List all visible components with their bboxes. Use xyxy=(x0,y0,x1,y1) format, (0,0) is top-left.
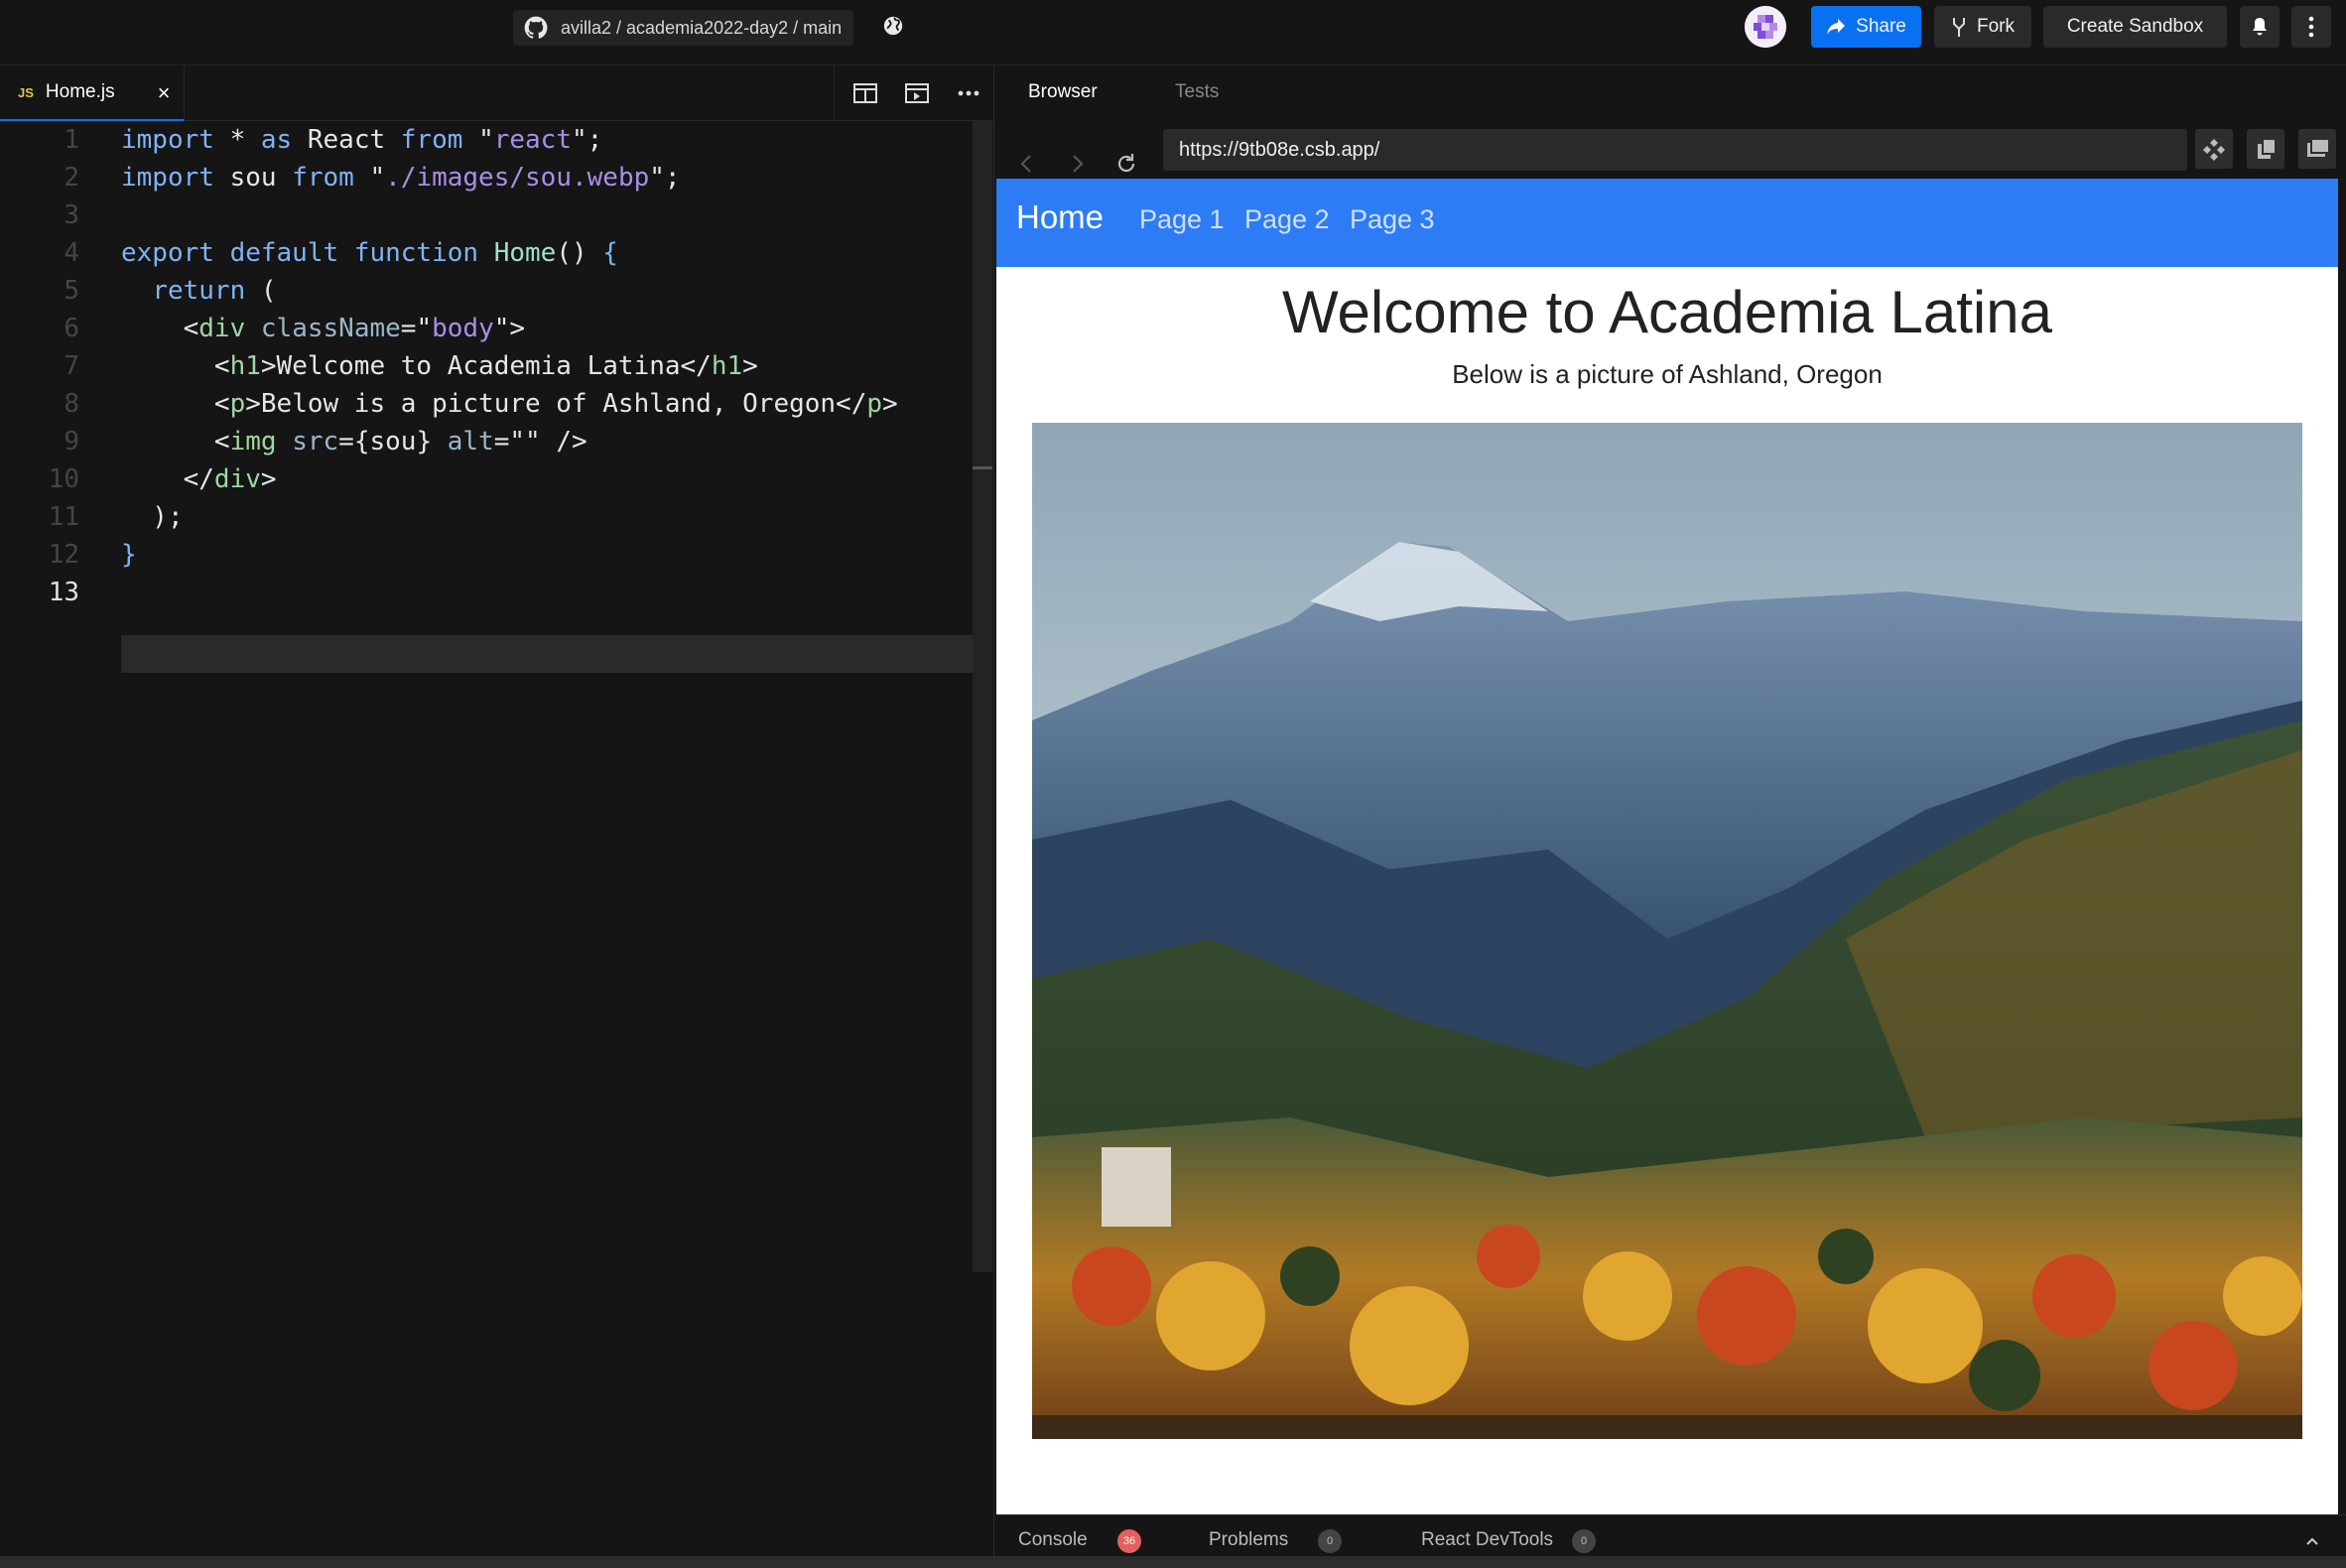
repo-breadcrumb[interactable]: avilla2 / academia2022-day2 / main xyxy=(513,10,854,46)
editor-scrollbar[interactable] xyxy=(973,121,992,1272)
nav-page-2-link[interactable]: Page 2 xyxy=(1244,204,1330,235)
ashland-landscape-image xyxy=(1032,423,2302,1439)
code-line: 2 import sou from "./images/sou.webp"; xyxy=(64,163,681,193)
code-area[interactable]: 1 import * as React from "react"; 2 import… xyxy=(0,121,992,1312)
problems-tab[interactable]: Problems xyxy=(1209,1529,1288,1551)
more-menu-button[interactable] xyxy=(2291,6,2331,48)
editor-actions xyxy=(834,65,994,121)
code-line: 10 </div> xyxy=(48,464,277,494)
status-strip xyxy=(0,1556,2346,1568)
bell-icon xyxy=(2253,18,2267,36)
code-line: 3 xyxy=(64,200,79,230)
user-avatar[interactable] xyxy=(1745,6,1786,48)
forward-arrow-icon[interactable] xyxy=(1064,151,1090,177)
copy-url-button[interactable] xyxy=(2247,129,2284,169)
refresh-icon[interactable] xyxy=(1113,151,1139,177)
tab-tests[interactable]: Tests xyxy=(1175,81,1219,103)
app-navbar: Home Page 1 Page 2 Page 3 xyxy=(996,179,2338,267)
code-editor: JS Home.js × 1 import * as React from "re… xyxy=(0,65,994,1568)
repo-path-text: avilla2 / academia2022-day2 / main xyxy=(561,17,843,38)
preview-panel: Browser Tests https://9tb08e.csb.app/ Ho… xyxy=(996,65,2346,1568)
code-line: 8 <p>Below is a picture of Ashland, Oreg… xyxy=(64,389,898,419)
browser-viewport: Home Page 1 Page 2 Page 3 Welcome to Aca… xyxy=(996,179,2338,1514)
page-paragraph: Below is a picture of Ashland, Oregon xyxy=(1452,359,1883,389)
console-tab[interactable]: Console xyxy=(1018,1529,1088,1551)
copy-icon xyxy=(2258,138,2277,159)
code-line: 5 return ( xyxy=(64,276,277,306)
address-bar[interactable]: https://9tb08e.csb.app/ xyxy=(1163,129,2187,171)
tab-home-js[interactable]: JS Home.js × xyxy=(0,65,185,121)
code-line: 6 <div className="body"> xyxy=(64,314,526,343)
devtools-button[interactable] xyxy=(2195,129,2233,169)
code-line: 1 import * as React from "react"; xyxy=(64,125,603,155)
chevron-up-icon[interactable] xyxy=(2302,1531,2322,1551)
notifications-button[interactable] xyxy=(2240,6,2280,48)
open-window-button[interactable] xyxy=(2298,129,2336,169)
current-line-highlight xyxy=(121,635,992,673)
editor-tab-bar: JS Home.js × xyxy=(0,65,994,121)
vertical-dots-icon xyxy=(2308,16,2314,38)
fork-button[interactable]: Fork xyxy=(1934,6,2031,48)
nav-page-1-link[interactable]: Page 1 xyxy=(1139,204,1225,235)
fork-icon xyxy=(1953,18,1965,37)
js-file-icon: JS xyxy=(18,84,34,100)
share-arrow-icon xyxy=(1827,19,1846,35)
react-devtools-tab[interactable]: React DevTools xyxy=(1421,1529,1553,1551)
globe-icon[interactable] xyxy=(882,15,904,37)
code-line: 9 <img src={sou} alt="" /> xyxy=(64,427,587,457)
split-view-icon[interactable] xyxy=(852,81,878,105)
tab-filename: Home.js xyxy=(45,81,115,102)
problems-count-badge: 0 xyxy=(1318,1529,1342,1553)
code-line: 13 xyxy=(48,578,79,607)
more-options-icon[interactable] xyxy=(956,81,981,105)
nav-home-link[interactable]: Home xyxy=(1016,198,1104,236)
preview-tab-bar: Browser Tests xyxy=(996,65,2346,121)
back-arrow-icon[interactable] xyxy=(1014,151,1040,177)
top-bar: avilla2 / academia2022-day2 / main Share… xyxy=(0,0,2346,65)
code-line: 12} xyxy=(48,540,137,570)
devtools-count-badge: 0 xyxy=(1572,1529,1596,1553)
github-icon xyxy=(524,16,548,39)
code-line: 7 <h1>Welcome to Academia Latina</h1> xyxy=(64,351,758,381)
scrollbar-marker xyxy=(973,466,992,469)
code-line: 4 export default function Home() { xyxy=(64,238,618,268)
page-heading: Welcome to Academia Latina xyxy=(1282,279,2052,345)
code-line: 11 ); xyxy=(48,502,184,532)
new-window-icon xyxy=(2307,138,2330,157)
tab-browser[interactable]: Browser xyxy=(1028,81,1098,103)
diamond-grid-icon xyxy=(2203,139,2225,161)
close-tab-icon[interactable]: × xyxy=(151,80,177,106)
preview-panel-icon[interactable] xyxy=(904,81,930,105)
share-button[interactable]: Share xyxy=(1811,6,1921,48)
console-count-badge: 36 xyxy=(1117,1529,1141,1553)
nav-page-3-link[interactable]: Page 3 xyxy=(1350,204,1435,235)
create-sandbox-button[interactable]: Create Sandbox xyxy=(2043,6,2227,48)
